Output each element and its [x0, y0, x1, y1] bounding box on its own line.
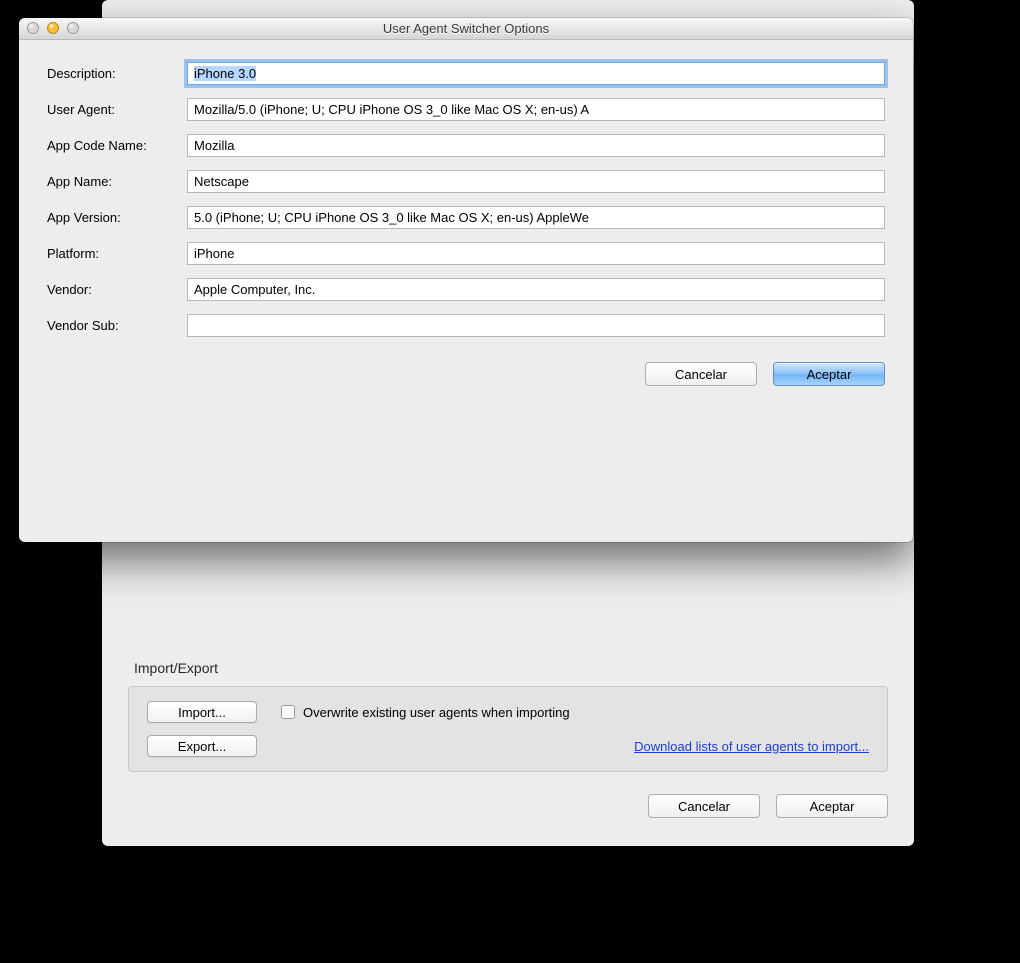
- description-label: Description:: [47, 66, 187, 81]
- parent-cancel-button[interactable]: Cancelar: [648, 794, 760, 818]
- parent-accept-button[interactable]: Aceptar: [776, 794, 888, 818]
- user-agent-input[interactable]: [187, 98, 885, 121]
- accept-button[interactable]: Aceptar: [773, 362, 885, 386]
- app-name-label: App Name:: [47, 174, 187, 189]
- minimize-icon[interactable]: [47, 22, 59, 34]
- import-export-heading: Import/Export: [134, 582, 888, 676]
- overwrite-checkbox[interactable]: [281, 705, 295, 719]
- vendor-label: Vendor:: [47, 282, 187, 297]
- vendor-sub-input[interactable]: [187, 314, 885, 337]
- platform-label: Platform:: [47, 246, 187, 261]
- vendor-input[interactable]: [187, 278, 885, 301]
- user-agent-label: User Agent:: [47, 102, 187, 117]
- import-export-group: Import... Overwrite existing user agents…: [128, 686, 888, 772]
- app-version-label: App Version:: [47, 210, 187, 225]
- app-name-input[interactable]: [187, 170, 885, 193]
- zoom-icon[interactable]: [67, 22, 79, 34]
- window-title: User Agent Switcher Options: [383, 21, 549, 36]
- overwrite-checkbox-wrap[interactable]: Overwrite existing user agents when impo…: [281, 705, 570, 720]
- edit-user-agent-dialog: User Agent Switcher Options Description:…: [19, 18, 913, 542]
- platform-input[interactable]: [187, 242, 885, 265]
- description-input[interactable]: [187, 62, 885, 85]
- title-bar: User Agent Switcher Options: [19, 18, 913, 40]
- app-code-name-label: App Code Name:: [47, 138, 187, 153]
- app-code-name-input[interactable]: [187, 134, 885, 157]
- download-link[interactable]: Download lists of user agents to import.…: [634, 739, 869, 754]
- form-area: Description: User Agent: App Code Name: …: [19, 40, 913, 358]
- app-version-input[interactable]: [187, 206, 885, 229]
- export-button[interactable]: Export...: [147, 735, 257, 757]
- cancel-button[interactable]: Cancelar: [645, 362, 757, 386]
- import-button[interactable]: Import...: [147, 701, 257, 723]
- vendor-sub-label: Vendor Sub:: [47, 318, 187, 333]
- close-icon[interactable]: [27, 22, 39, 34]
- window-traffic-lights: [27, 22, 79, 34]
- overwrite-label: Overwrite existing user agents when impo…: [303, 705, 570, 720]
